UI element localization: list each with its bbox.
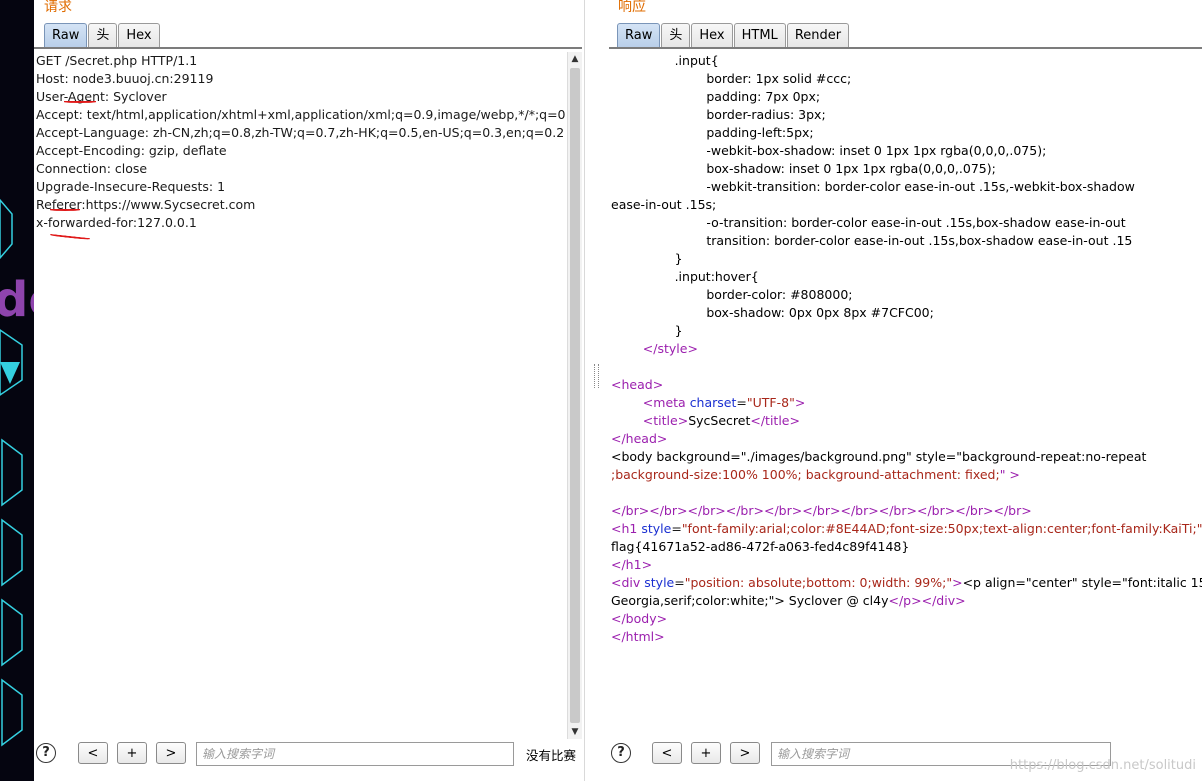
response-line: }	[611, 251, 683, 266]
request-scrollbar[interactable]: ▲ ▼	[567, 52, 582, 739]
request-line: Upgrade-Insecure-Requests: 1	[36, 179, 226, 194]
response-tab-headers[interactable]: 头	[661, 23, 691, 47]
search-prev-button[interactable]: <	[652, 742, 682, 764]
response-line: -o-transition: border-color ease-in-out …	[611, 215, 1126, 230]
response-line: transition: border-color ease-in-out .15…	[611, 233, 1133, 248]
annotation-underline-user-agent	[64, 101, 96, 103]
request-editor[interactable]: GET /Secret.php HTTP/1.1 Host: node3.buu…	[34, 52, 566, 739]
request-tab-divider	[34, 47, 582, 49]
response-line: </html>	[611, 629, 665, 644]
request-search-bar: ? < + > 没有比赛	[34, 739, 584, 781]
response-line: <body background="./images/background.pn…	[611, 449, 1147, 464]
response-line: Georgia,serif;color:white;"> Syclover @ …	[611, 593, 966, 608]
request-line: x-forwarded-for:127.0.0.1	[36, 215, 197, 230]
response-line: <head>	[611, 377, 664, 392]
background-image-strip: dc	[0, 0, 34, 781]
response-line: flag{41671a52-ad86-472f-a063-fed4c89f414…	[611, 539, 910, 554]
response-line: <div style="position: absolute;bottom: 0…	[611, 575, 1202, 590]
search-add-button[interactable]: +	[691, 742, 721, 764]
response-tab-html[interactable]: HTML	[733, 23, 786, 47]
response-line: .input{	[611, 53, 719, 68]
request-panel: 请求 Raw 头 Hex GET /Secret.php HTTP/1.1 Ho…	[34, 0, 584, 781]
response-line: <meta charset="UTF-8">	[642, 395, 806, 410]
annotation-underline-x-forwarded-for	[50, 233, 90, 241]
response-line: <title>SycSecret</title>	[642, 413, 800, 428]
search-match-count: 没有比赛	[526, 748, 577, 763]
request-line: Connection: close	[36, 161, 148, 176]
background-text: dc	[0, 272, 34, 328]
response-line: .input:hover{	[611, 269, 759, 284]
scroll-thumb[interactable]	[570, 68, 580, 723]
response-line: box-shadow: inset 0 1px 1px rgba(0,0,0,.…	[611, 161, 996, 176]
response-line: border: 1px solid #ccc;	[611, 71, 852, 86]
response-line: <h1 style="font-family:arial;color:#8E44…	[611, 521, 1202, 536]
search-next-button[interactable]: >	[730, 742, 760, 764]
request-line: User-Agent: Syclover	[36, 89, 167, 104]
response-line: </head>	[611, 431, 668, 446]
response-line: padding-left:5px;	[611, 125, 814, 140]
annotation-underline-referer	[50, 209, 80, 211]
watermark-text: https://blog.csdn.net/solitudi	[1009, 758, 1196, 773]
response-tabs: Raw 头 Hex HTML Render	[617, 23, 850, 47]
request-line: GET /Secret.php HTTP/1.1	[36, 53, 198, 68]
request-tab-headers[interactable]: 头	[88, 23, 118, 47]
response-tab-raw[interactable]: Raw	[617, 23, 661, 47]
panel-splitter[interactable]	[584, 0, 608, 781]
scroll-up-arrow-icon[interactable]: ▲	[568, 52, 582, 66]
response-editor[interactable]: .input{ border: 1px solid #ccc; padding:…	[607, 52, 1202, 739]
response-tab-hex[interactable]: Hex	[691, 23, 733, 47]
response-line: -webkit-transition: border-color ease-in…	[611, 179, 1135, 194]
response-line: </body>	[611, 611, 668, 626]
response-line: }	[611, 323, 683, 338]
response-line: ;background-size:100% 100%; background-a…	[611, 467, 1020, 482]
request-panel-title: 请求	[44, 0, 72, 15]
response-line: ease-in-out .15s;	[611, 197, 717, 212]
splitter-grip-icon[interactable]	[594, 364, 599, 388]
response-line: border-radius: 3px;	[611, 107, 826, 122]
request-tab-raw[interactable]: Raw	[44, 23, 88, 47]
help-icon[interactable]: ?	[36, 743, 56, 763]
search-next-button[interactable]: >	[156, 742, 186, 764]
response-line: </style>	[642, 341, 698, 356]
response-panel-title: 响应	[618, 0, 646, 15]
request-line: Accept-Language: zh-CN,zh;q=0.8,zh-TW;q=…	[36, 125, 565, 140]
request-tabs: Raw 头 Hex	[44, 23, 160, 47]
help-icon[interactable]: ?	[611, 743, 631, 763]
request-search-input[interactable]	[196, 742, 514, 766]
request-line: Host: node3.buuoj.cn:29119	[36, 71, 214, 86]
hexagon-pattern	[0, 198, 23, 747]
scroll-down-arrow-icon[interactable]: ▼	[568, 725, 582, 739]
request-tab-hex[interactable]: Hex	[118, 23, 160, 47]
response-line: padding: 7px 0px;	[611, 89, 821, 104]
response-tab-divider	[609, 47, 1202, 49]
response-line: box-shadow: 0px 0px 8px #7CFC00;	[611, 305, 934, 320]
request-line: Accept: text/html,application/xhtml+xml,…	[36, 107, 566, 122]
response-line: -webkit-box-shadow: inset 0 1px 1px rgba…	[611, 143, 1047, 158]
response-panel: 响应 Raw 头 Hex HTML Render .input{ border:…	[607, 0, 1202, 781]
response-line: </h1>	[611, 557, 653, 572]
search-add-button[interactable]: +	[117, 742, 147, 764]
response-line: border-color: #808000;	[611, 287, 853, 302]
request-line: Referer:https://www.Sycsecret.com	[36, 197, 256, 212]
request-line: Accept-Encoding: gzip, deflate	[36, 143, 227, 158]
response-line: </br></br></br></br></br></br></br></br>…	[611, 503, 1032, 518]
response-tab-render[interactable]: Render	[786, 23, 850, 47]
search-prev-button[interactable]: <	[78, 742, 108, 764]
